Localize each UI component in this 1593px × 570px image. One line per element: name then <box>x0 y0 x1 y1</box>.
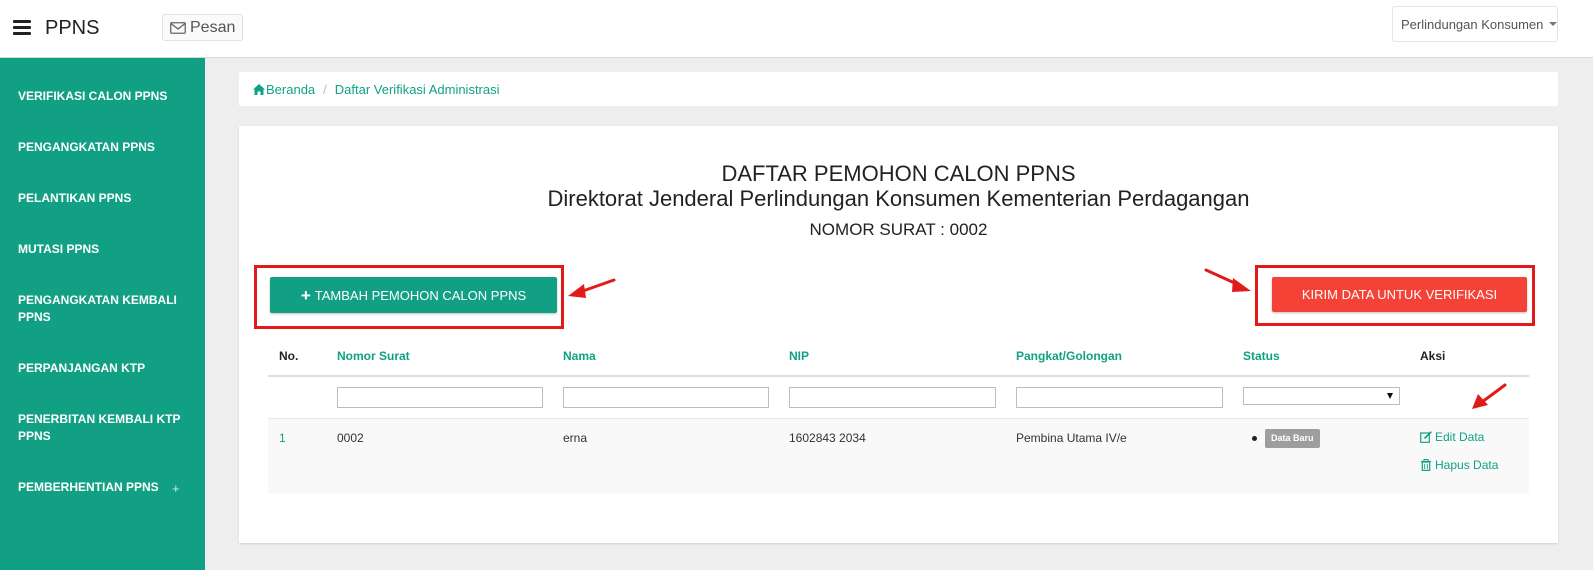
table-row <box>268 418 1529 494</box>
sidebar-item-pemberhentian-ppns[interactable]: PEMBERHENTIAN PPNS <box>18 479 198 496</box>
sidebar-item-pelantikan-ppns[interactable]: PELANTIKAN PPNS <box>18 190 198 207</box>
highlight-box-add <box>254 265 564 329</box>
red-arrow-icon <box>1204 268 1251 292</box>
table-header-divider <box>268 375 1529 377</box>
red-arrow-icon <box>1472 383 1507 409</box>
page-subtitle: Direktorat Jenderal Perlindungan Konsume… <box>547 186 1250 211</box>
cell-nomor-surat: 0002 <box>337 431 364 445</box>
nomor-surat-label: NOMOR SURAT : 0002 <box>809 220 988 239</box>
page-title: DAFTAR PEMOHON CALON PPNS <box>721 161 1076 186</box>
filter-nama-input[interactable] <box>563 387 769 408</box>
status-bullet <box>1252 436 1257 441</box>
column-header-nip[interactable]: NIP <box>789 349 809 363</box>
breadcrumb: Beranda / Daftar Verifikasi Administrasi <box>239 72 1558 106</box>
expand-plus-icon[interactable]: + <box>172 481 180 496</box>
column-header-status[interactable]: Status <box>1243 349 1280 363</box>
column-header-pangkat[interactable]: Pangkat/Golongan <box>1016 349 1122 363</box>
breadcrumb-current[interactable]: Daftar Verifikasi Administrasi <box>335 82 500 97</box>
cell-nama: erna <box>563 431 588 445</box>
column-header-no: No. <box>279 349 299 363</box>
breadcrumb-separator: / <box>323 81 327 97</box>
envelope-icon <box>170 21 186 34</box>
edit-data-link[interactable]: Edit Data <box>1420 430 1484 444</box>
filter-nip-input[interactable] <box>789 387 996 408</box>
column-header-nomor-surat[interactable]: Nomor Surat <box>337 349 410 363</box>
user-menu-dropdown[interactable]: Perlindungan Konsumen <box>1392 6 1558 42</box>
cell-no: 1 <box>279 431 286 445</box>
home-icon <box>253 83 265 95</box>
column-header-aksi: Aksi <box>1420 349 1446 363</box>
trash-icon <box>1421 459 1431 471</box>
red-arrow-icon <box>568 278 616 298</box>
cell-nip: 1602843 2034 <box>789 431 866 445</box>
hamburger-menu-icon[interactable] <box>13 20 31 36</box>
pesan-button[interactable]: Pesan <box>162 14 244 41</box>
filter-status-select[interactable] <box>1243 387 1400 405</box>
pesan-label: Pesan <box>190 18 236 36</box>
breadcrumb-home-label: Beranda <box>266 81 316 97</box>
edit-data-label: Edit Data <box>1435 430 1485 444</box>
sidebar-item-pengangkatan-ppns[interactable]: PENGANGKATAN PPNS <box>18 139 198 156</box>
filter-nomor-surat-input[interactable] <box>337 387 543 408</box>
highlight-box-send <box>1255 265 1535 326</box>
dropdown-arrow-icon <box>1387 393 1393 399</box>
user-menu-label: Perlindungan Konsumen <box>1401 16 1544 32</box>
status-badge: Data Baru <box>1265 429 1320 448</box>
sidebar-item-pengangkatan-kembali-ppns[interactable]: PENGANGKATAN KEMBALI PPNS <box>18 292 198 326</box>
cell-pangkat: Pembina Utama IV/e <box>1016 431 1127 445</box>
edit-icon <box>1420 431 1432 443</box>
top-navbar: PPNS Pesan Perlindungan Konsumen <box>0 0 1593 58</box>
hapus-data-link[interactable]: Hapus Data <box>1420 458 1498 472</box>
sidebar-item-mutasi-ppns[interactable]: MUTASI PPNS <box>18 241 198 258</box>
sidebar-item-verifikasi-calon-ppns[interactable]: VERIFIKASI CALON PPNS <box>18 88 198 105</box>
sidebar-item-perpanjangan-ktp[interactable]: PERPANJANGAN KTP <box>18 360 198 377</box>
caret-down-icon <box>1549 22 1558 26</box>
hapus-data-label: Hapus Data <box>1435 458 1499 472</box>
brand-title[interactable]: PPNS <box>45 17 99 40</box>
sidebar-item-penerbitan-kembali-ktp-ppns[interactable]: PENERBITAN KEMBALI KTP PPNS <box>18 411 198 445</box>
filter-pangkat-input[interactable] <box>1016 387 1223 408</box>
breadcrumb-home-link[interactable]: Beranda <box>253 82 315 97</box>
column-header-nama[interactable]: Nama <box>563 349 596 363</box>
